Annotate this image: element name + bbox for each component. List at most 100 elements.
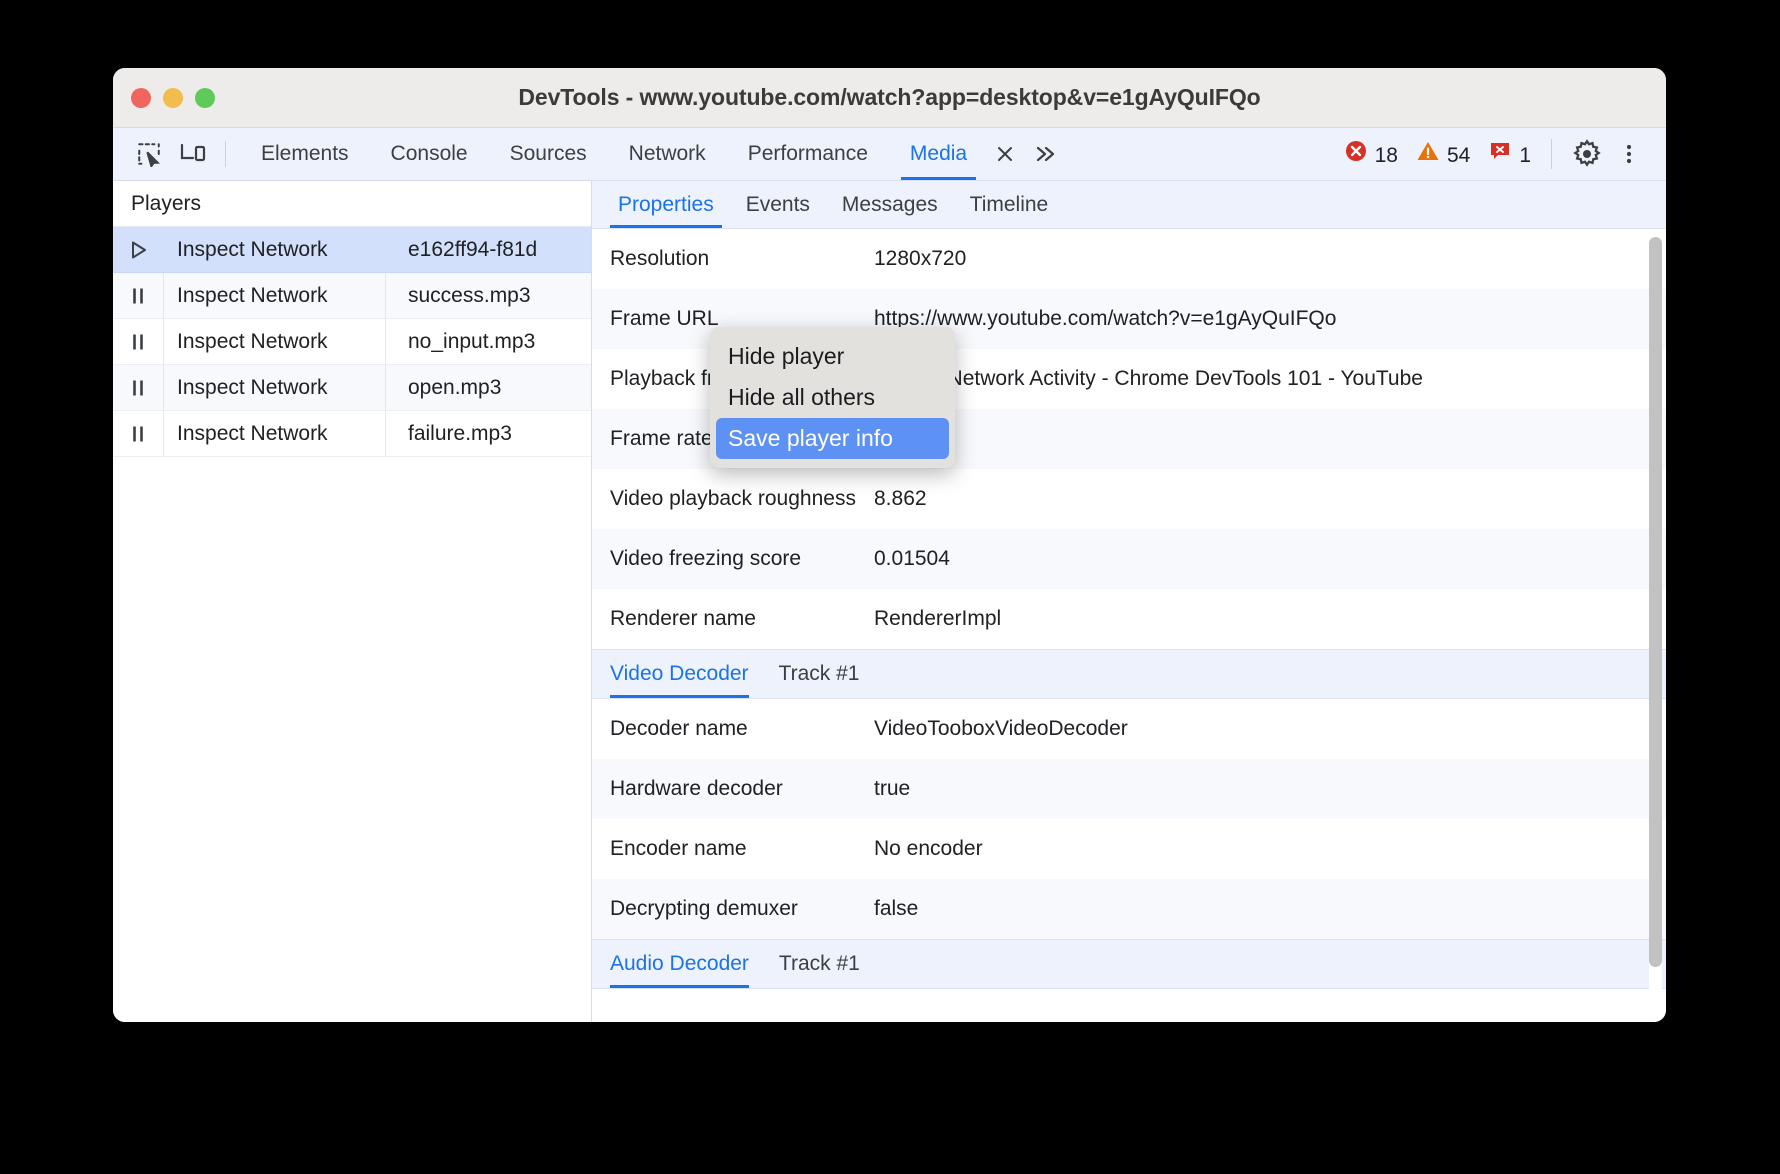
- property-row: Decrypting demuxer false: [592, 879, 1666, 940]
- tab-timeline[interactable]: Timeline: [954, 181, 1065, 228]
- issue-count: 1: [1519, 143, 1531, 167]
- property-row: Encoder name No encoder: [592, 819, 1666, 880]
- vertical-scrollbar[interactable]: [1649, 237, 1662, 989]
- pause-icon: [113, 330, 163, 354]
- tab-media[interactable]: Media: [889, 128, 988, 180]
- error-icon: [1344, 139, 1368, 169]
- tab-video-track-1[interactable]: Track #1: [779, 662, 874, 698]
- toolbar-status-badges: 18 54 1: [1338, 139, 1537, 169]
- property-key: Renderer name: [610, 607, 756, 631]
- tab-audio-track-1[interactable]: Track #1: [779, 952, 874, 988]
- player-context-menu: Hide player Hide all others Save player …: [710, 327, 955, 468]
- gear-icon[interactable]: [1566, 133, 1608, 175]
- player-row-name: Inspect Network: [163, 318, 385, 365]
- property-row: Video freezing score 0.01504: [592, 529, 1666, 590]
- window-titlebar: DevTools - www.youtube.com/watch?app=des…: [113, 68, 1666, 128]
- tab-performance[interactable]: Performance: [727, 128, 889, 180]
- device-toolbar-icon[interactable]: [171, 134, 215, 174]
- issues-badge[interactable]: 1: [1482, 139, 1537, 169]
- player-row[interactable]: Inspect Network no_input.mp3: [113, 318, 591, 365]
- kebab-menu-icon[interactable]: [1608, 133, 1650, 175]
- error-count: 18: [1374, 143, 1398, 167]
- player-row-name: Inspect Network: [177, 237, 328, 261]
- tab-events-label: Events: [745, 192, 810, 216]
- player-row-id: no_input.mp3: [385, 318, 535, 365]
- error-badge[interactable]: 18: [1338, 139, 1404, 169]
- play-icon: [113, 238, 163, 262]
- devtools-window: DevTools - www.youtube.com/watch?app=des…: [113, 68, 1666, 1022]
- details-pane: Properties Events Messages Timeline Reso…: [592, 181, 1666, 1022]
- tab-performance-label: Performance: [747, 142, 868, 165]
- context-menu-item-hide-all-others[interactable]: Hide all others: [716, 377, 949, 418]
- tab-network-label: Network: [628, 142, 706, 165]
- property-key: Decrypting demuxer: [610, 897, 798, 921]
- player-row-name: Inspect Network: [163, 272, 385, 319]
- tab-sources-label: Sources: [509, 142, 587, 165]
- pause-icon: [113, 284, 163, 308]
- window-traffic-lights: [131, 87, 215, 108]
- property-value: 8.862: [874, 487, 927, 511]
- player-row[interactable]: Inspect Network failure.mp3: [113, 410, 591, 457]
- tab-messages-label: Messages: [841, 192, 938, 216]
- tab-console[interactable]: Console: [370, 128, 489, 180]
- tab-audio-decoder-label: Audio Decoder: [610, 952, 749, 976]
- player-row-id: open.mp3: [385, 364, 501, 411]
- tab-audio-track-1-label: Track #1: [778, 952, 860, 976]
- player-row-id: e162ff94-f81d: [408, 237, 538, 261]
- devtools-toolbar: Elements Console Sources Network Perform…: [113, 128, 1666, 181]
- property-key: Encoder name: [610, 837, 747, 861]
- player-row[interactable]: Inspect Network success.mp3: [113, 272, 591, 319]
- minimize-window-button[interactable]: [163, 87, 183, 108]
- tab-sources[interactable]: Sources: [489, 128, 608, 180]
- pause-icon: [113, 376, 163, 400]
- tab-video-decoder-label: Video Decoder: [610, 662, 749, 686]
- tab-messages[interactable]: Messages: [826, 181, 954, 228]
- chevron-double-right-icon[interactable]: [1024, 134, 1068, 174]
- maximize-window-button[interactable]: [195, 87, 215, 108]
- tab-media-label: Media: [909, 142, 968, 165]
- property-row: Renderer name RendererImpl: [592, 589, 1666, 650]
- property-key: Video playback roughness: [610, 487, 856, 511]
- tab-elements-label: Elements: [261, 142, 349, 165]
- property-key: Hardware decoder: [610, 777, 783, 801]
- close-window-button[interactable]: [131, 87, 151, 108]
- tab-video-decoder[interactable]: Video Decoder: [610, 662, 763, 699]
- tab-properties[interactable]: Properties: [602, 181, 730, 228]
- context-menu-item-hide-player[interactable]: Hide player: [716, 336, 949, 377]
- tab-console-label: Console: [390, 142, 468, 165]
- tab-elements[interactable]: Elements: [240, 128, 370, 180]
- players-header: Players: [113, 181, 591, 227]
- window-title: DevTools - www.youtube.com/watch?app=des…: [518, 84, 1261, 110]
- property-row: Resolution 1280x720: [592, 229, 1666, 290]
- toolbar-divider: [225, 141, 226, 167]
- property-value: 0.01504: [874, 547, 950, 571]
- property-value: 24: [874, 422, 1666, 456]
- player-row[interactable]: Inspect Network e162ff94-f81d: [113, 227, 591, 273]
- tab-audio-decoder[interactable]: Audio Decoder: [610, 952, 763, 989]
- players-pane: Players Inspect Network e162ff94-f81d In…: [113, 181, 592, 1022]
- details-tabs: Properties Events Messages Timeline: [592, 181, 1666, 229]
- property-value: false: [874, 897, 919, 921]
- tab-properties-label: Properties: [618, 192, 714, 216]
- property-row: Video playback roughness 8.862: [592, 469, 1666, 530]
- property-key: Decoder name: [610, 717, 748, 741]
- property-row: Hardware decoder true: [592, 759, 1666, 820]
- property-value: Inspect Network Activity - Chrome DevToo…: [874, 367, 1423, 391]
- property-value: true: [874, 777, 911, 801]
- warning-icon: [1416, 139, 1440, 169]
- close-icon[interactable]: [990, 139, 1020, 169]
- toolbar-divider-right: [1551, 139, 1552, 169]
- tab-events[interactable]: Events: [730, 181, 826, 228]
- scrollbar-thumb[interactable]: [1649, 237, 1662, 967]
- player-row-id: failure.mp3: [385, 410, 512, 457]
- inspect-element-icon[interactable]: [127, 134, 171, 174]
- player-row[interactable]: Inspect Network open.mp3: [113, 364, 591, 411]
- context-menu-item-save-player-info[interactable]: Save player info: [716, 418, 949, 459]
- tab-network[interactable]: Network: [608, 128, 727, 180]
- issue-icon: [1488, 139, 1512, 169]
- player-row-id: success.mp3: [385, 272, 531, 319]
- devtools-body: Players Inspect Network e162ff94-f81d In…: [113, 181, 1666, 1022]
- property-value: 1280x720: [874, 247, 967, 270]
- warning-badge[interactable]: 54: [1410, 139, 1476, 169]
- tab-video-track-1-label: Track #1: [778, 662, 860, 686]
